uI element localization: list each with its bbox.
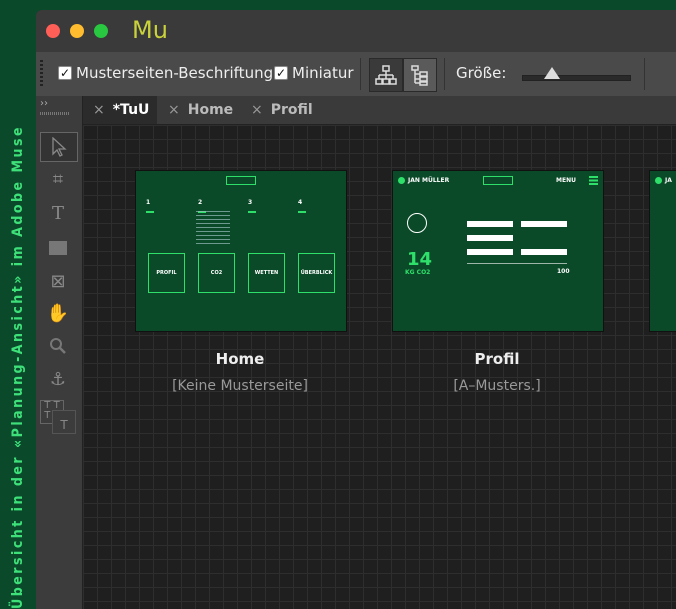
close-tab-icon[interactable]: × — [251, 102, 263, 118]
page-thumbnail-partial[interactable]: JA — [649, 170, 676, 332]
toolbar: ✓ Musterseiten-Beschriftung ✓ Miniatur G… — [36, 52, 676, 97]
page-name-home: Home — [215, 350, 265, 368]
thumbnail-checkbox[interactable]: ✓ — [274, 66, 288, 80]
zoom-window-button[interactable] — [94, 24, 108, 38]
tree-view-icon[interactable] — [403, 58, 437, 92]
close-tab-icon[interactable]: × — [93, 102, 105, 118]
plan-canvas[interactable]: 1 2 3 4 PROFIL CO2 WETTEN ÜBERBLICK Home… — [83, 125, 676, 609]
co2-value: 14 — [407, 249, 433, 270]
app-logo: Mu — [132, 16, 168, 44]
logo-box — [226, 176, 256, 185]
count-value: 100 — [557, 268, 570, 275]
page-master-home: [Keine Musterseite] — [172, 378, 308, 394]
panel-grip[interactable] — [40, 112, 70, 115]
size-label: Größe: — [456, 64, 507, 82]
tab-tuu[interactable]: × *TuU — [83, 96, 157, 124]
thumbnail-label: Miniatur — [292, 64, 354, 82]
page-thumbnail-home[interactable]: 1 2 3 4 PROFIL CO2 WETTEN ÜBERBLICK — [135, 170, 347, 332]
step-number: 2 — [198, 199, 203, 206]
step-text-block — [196, 211, 230, 247]
toolbar-grip[interactable] — [40, 60, 43, 86]
hamburger-icon — [589, 176, 598, 185]
document-tabs: × *TuU × Home × Profil — [83, 96, 676, 125]
toolbar-divider — [444, 58, 445, 90]
tile-profil: PROFIL — [148, 253, 185, 293]
caption-text: Übersicht in der «Planung-Ansicht» im Ad… — [10, 124, 26, 609]
user-name: JA — [665, 177, 672, 184]
tile-co2: CO2 — [198, 253, 235, 293]
tools-panel: ›› ⌗ T ⊠ ✋ ⚓ T TT T T — [36, 96, 83, 609]
panel-collapse-icon[interactable]: ›› — [40, 98, 48, 109]
side-caption: Übersicht in der «Planung-Ansicht» im Ad… — [0, 0, 36, 609]
step-number: 3 — [248, 199, 253, 206]
master-label-text: Musterseiten-Beschriftung — [76, 64, 274, 82]
size-slider-track[interactable] — [522, 75, 631, 81]
minimize-window-button[interactable] — [70, 24, 84, 38]
sitemap-view-icon[interactable] — [369, 58, 403, 92]
toolbar-divider — [644, 58, 645, 90]
menu-label: MENU — [556, 177, 576, 184]
page-name-profil: Profil — [474, 350, 520, 368]
step-number: 4 — [298, 199, 303, 206]
hand-tool-icon[interactable]: ✋ — [40, 300, 76, 328]
user-name: JAN MÜLLER — [408, 177, 450, 184]
crop-tool-icon[interactable]: ⌗ — [40, 166, 76, 194]
page-thumbnail-profil[interactable]: JAN MÜLLER MENU 14 KG CO2 100 — [392, 170, 604, 332]
avatar-icon — [655, 177, 662, 184]
tab-profil[interactable]: × Profil — [241, 96, 323, 124]
tile-ueberblick: ÜBERBLICK — [298, 253, 335, 293]
avatar-icon — [398, 177, 405, 184]
text-style-tool-icon[interactable]: T TT T T — [40, 400, 76, 434]
step-number: 1 — [146, 199, 151, 206]
page-master-profil: [A–Musters.] — [453, 378, 541, 394]
co2-unit: KG CO2 — [405, 269, 431, 276]
toolbar-divider — [360, 58, 361, 90]
rectangle-tool-icon[interactable] — [40, 234, 76, 262]
size-slider-thumb[interactable] — [544, 67, 560, 79]
close-window-button[interactable] — [46, 24, 60, 38]
selection-tool-icon[interactable] — [40, 132, 78, 162]
image-frame-tool-icon[interactable]: ⊠ — [40, 268, 76, 296]
app-window: Mu ✓ Musterseiten-Beschriftung ✓ Miniatu… — [36, 10, 676, 609]
tile-wetten: WETTEN — [248, 253, 285, 293]
logo-box — [483, 176, 513, 185]
profile-photo-placeholder — [407, 213, 427, 233]
zoom-tool-icon[interactable] — [40, 332, 76, 360]
anchor-tool-icon[interactable]: ⚓ — [40, 366, 76, 394]
title-bar: Mu — [36, 10, 676, 52]
master-label-checkbox[interactable]: ✓ — [58, 66, 72, 80]
close-tab-icon[interactable]: × — [168, 102, 180, 118]
tab-home[interactable]: × Home — [158, 96, 240, 124]
text-tool-icon[interactable]: T — [40, 200, 76, 228]
